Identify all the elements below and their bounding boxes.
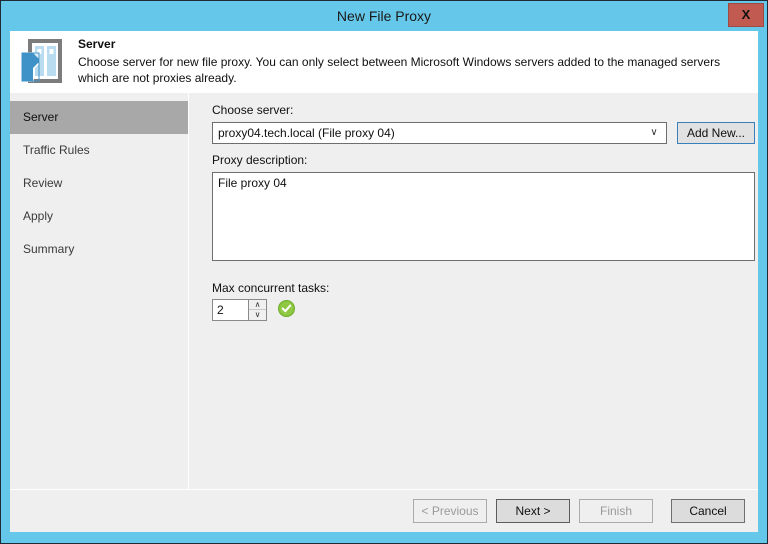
stepper-buttons: ∧ ∨ <box>248 300 266 320</box>
chevron-down-icon: ∨ <box>646 123 662 143</box>
proxy-description-input[interactable]: File proxy 04 <box>212 172 755 261</box>
wizard-step-sidebar: Server Traffic Rules Review Apply Summar… <box>10 93 189 489</box>
choose-server-value: proxy04.tech.local (File proxy 04) <box>218 123 395 143</box>
header-panel: Server Choose server for new file proxy.… <box>10 31 758 93</box>
choose-server-label: Choose server: <box>212 103 293 117</box>
sidebar-item-summary[interactable]: Summary <box>10 233 188 266</box>
max-concurrent-tasks-value: 2 <box>217 300 224 320</box>
stepper-up-icon[interactable]: ∧ <box>249 300 266 310</box>
file-proxy-server-icon <box>19 39 67 85</box>
dialog-window: New File Proxy X Server Choose server fo… <box>0 0 768 544</box>
window-title: New File Proxy <box>1 1 767 31</box>
header-description: Choose server for new file proxy. You ca… <box>78 54 750 86</box>
dialog-body: Server Traffic Rules Review Apply Summar… <box>10 93 758 532</box>
sidebar-item-review[interactable]: Review <box>10 167 188 200</box>
choose-server-select[interactable]: proxy04.tech.local (File proxy 04) ∨ <box>212 122 667 144</box>
valid-check-icon <box>278 300 295 317</box>
max-concurrent-tasks-stepper[interactable]: 2 ∧ ∨ <box>212 299 267 321</box>
close-button[interactable]: X <box>728 3 764 27</box>
max-concurrent-tasks-label: Max concurrent tasks: <box>212 281 329 295</box>
proxy-description-label: Proxy description: <box>212 153 307 167</box>
cancel-button[interactable]: Cancel <box>671 499 745 523</box>
sidebar-item-server[interactable]: Server <box>10 101 188 134</box>
proxy-description-value: File proxy 04 <box>218 176 287 190</box>
title-bar: New File Proxy X <box>1 1 767 31</box>
next-button[interactable]: Next > <box>496 499 570 523</box>
dialog-footer: < Previous Next > Finish Cancel <box>10 489 758 532</box>
finish-button[interactable]: Finish <box>579 499 653 523</box>
sidebar-item-traffic-rules[interactable]: Traffic Rules <box>10 134 188 167</box>
header-title: Server <box>78 37 115 51</box>
stepper-down-icon[interactable]: ∨ <box>249 310 266 320</box>
sidebar-item-apply[interactable]: Apply <box>10 200 188 233</box>
add-new-button[interactable]: Add New... <box>677 122 755 144</box>
previous-button[interactable]: < Previous <box>413 499 487 523</box>
step-content-server: Choose server: proxy04.tech.local (File … <box>190 93 758 489</box>
